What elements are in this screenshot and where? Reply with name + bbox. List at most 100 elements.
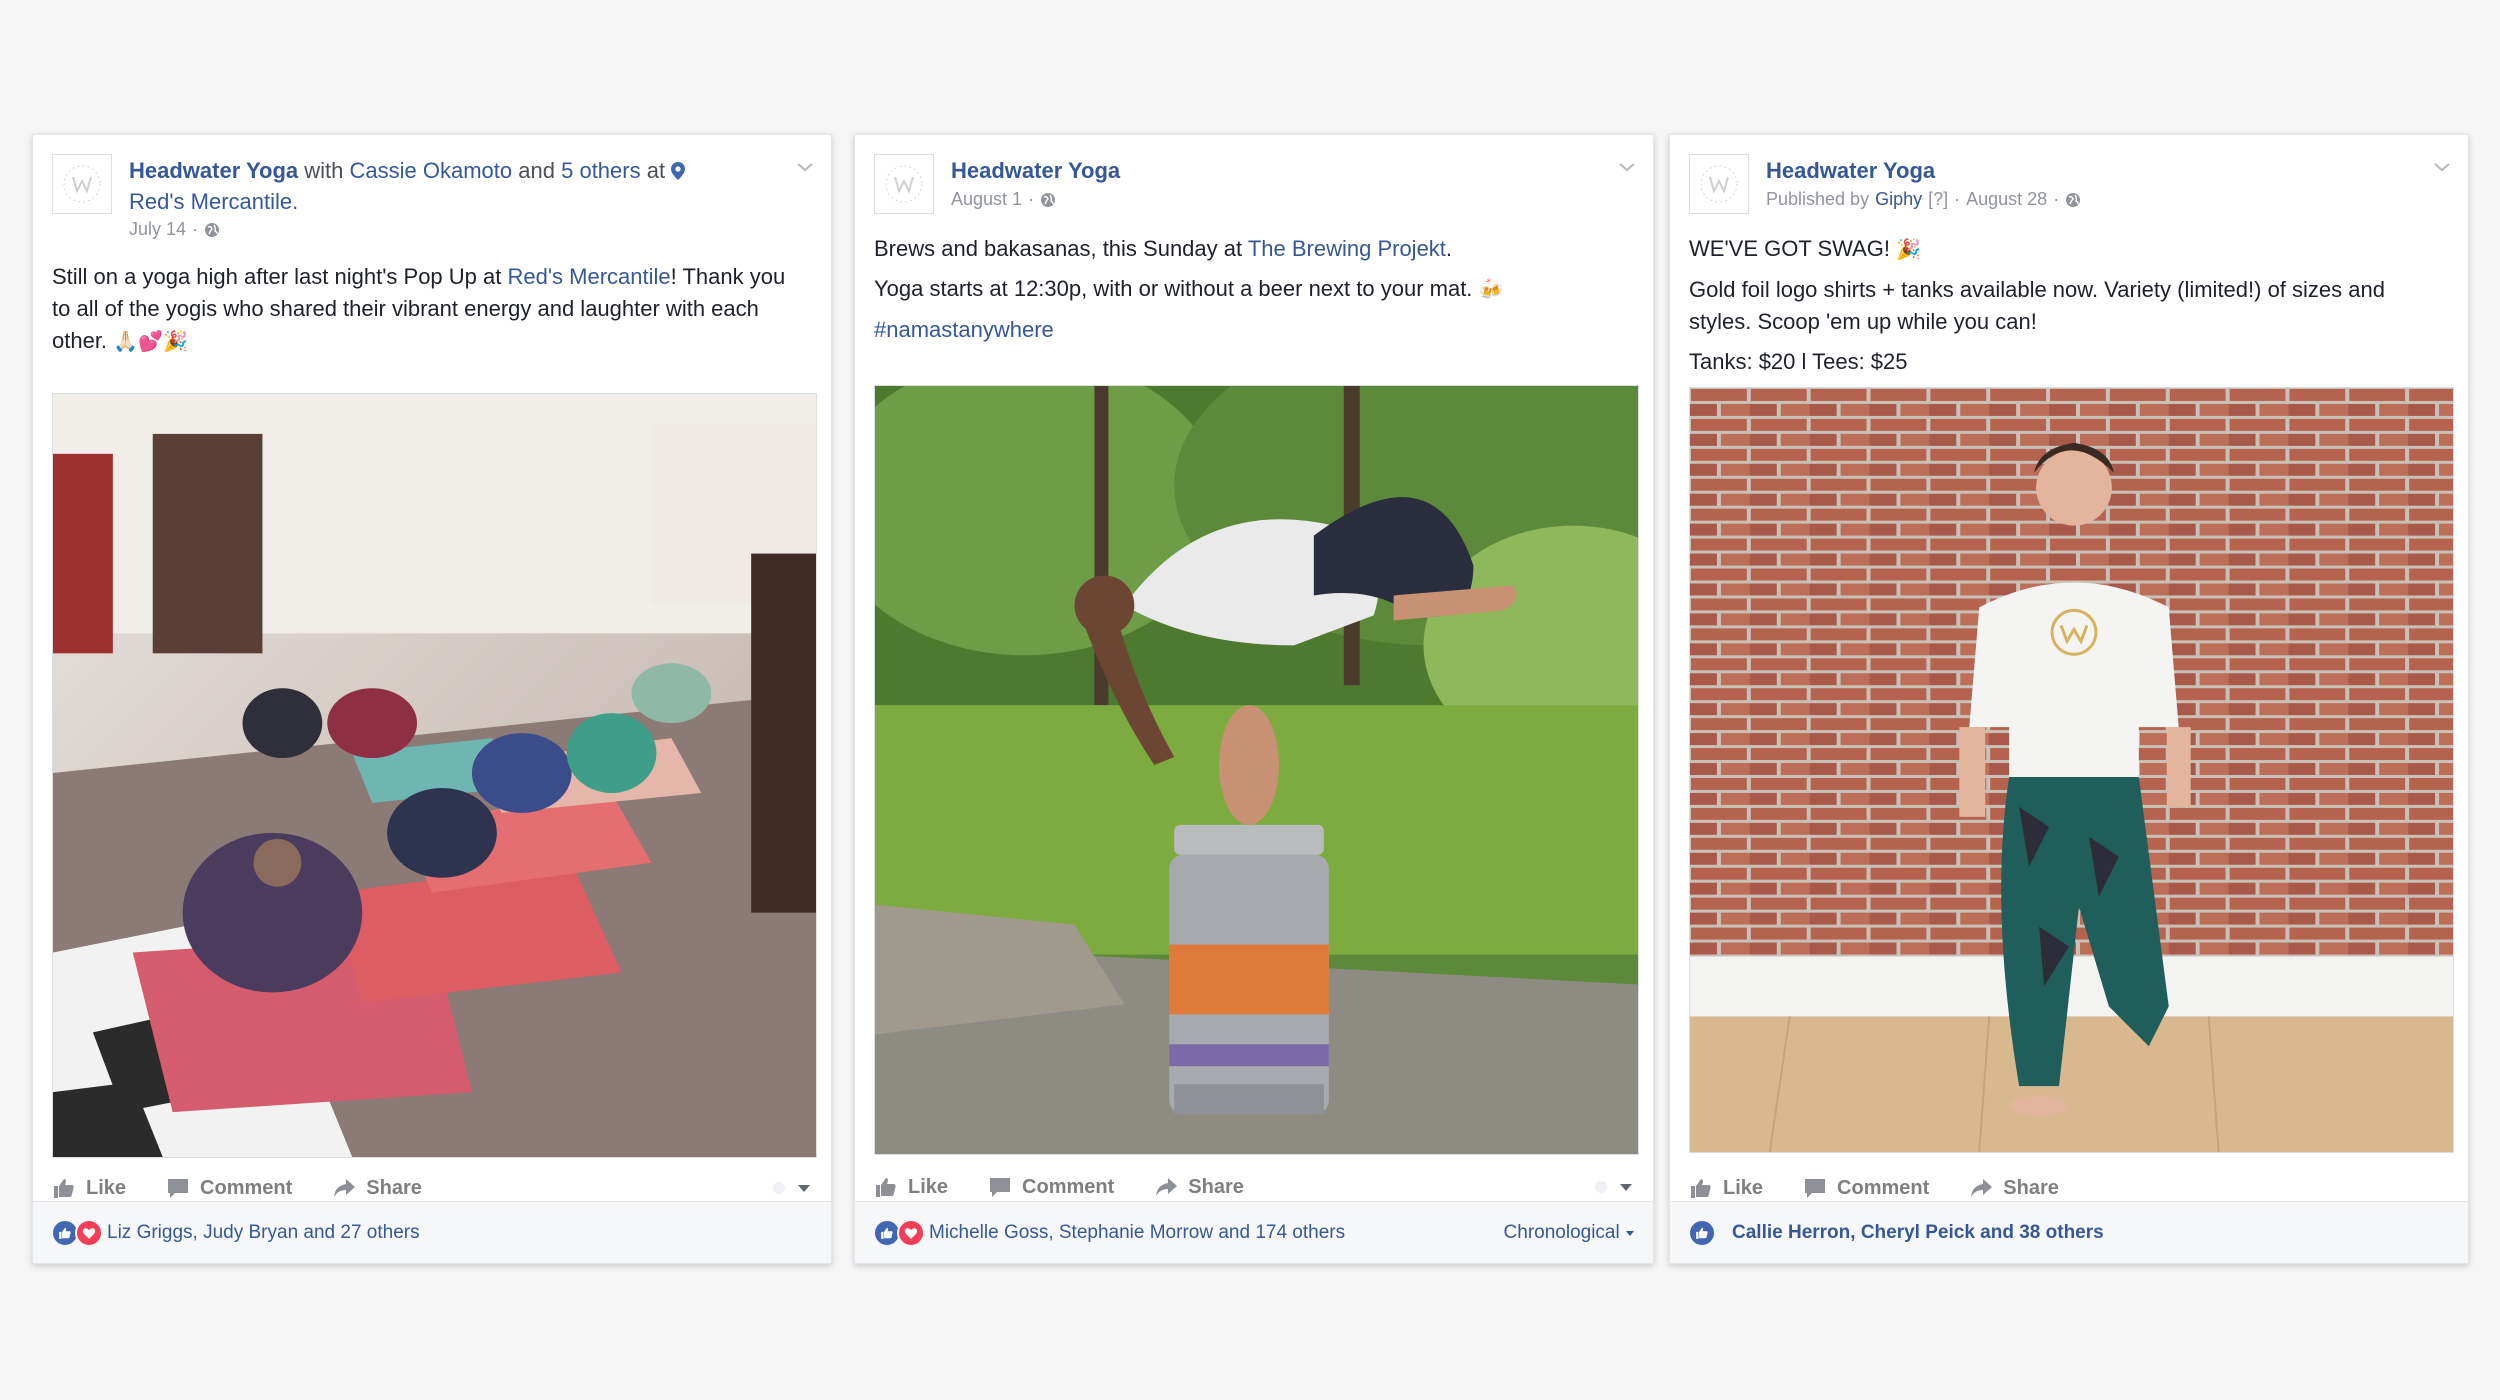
post-line-1: WE'VE GOT SWAG!: [1689, 236, 1890, 261]
post-line-1-end: .: [1445, 236, 1453, 261]
headwater-logo-icon: [885, 165, 923, 203]
post-line-2: Yoga starts at 12:30p, with or without a…: [874, 276, 1473, 301]
post-photo-swag-shirt[interactable]: [1689, 387, 2454, 1153]
meta-dot: ·: [2053, 189, 2060, 209]
reactors-link[interactable]: Liz Griggs, Judy Bryan and 27 others: [107, 1222, 420, 1244]
caret-down-icon: [1620, 1184, 1632, 1191]
share-icon: [334, 1179, 356, 1197]
page-name-link[interactable]: Headwater Yoga: [1766, 158, 1935, 183]
post-meta: August 1 ·: [951, 189, 1056, 210]
location-pin-icon: [671, 162, 686, 180]
like-label: Like: [1723, 1176, 1764, 1199]
post-text: Still on a yoga high after last night's …: [52, 261, 803, 366]
brewery-link[interactable]: The Brewing Projekt: [1248, 236, 1446, 261]
avatar-placeholder-icon: [773, 1182, 785, 1194]
others-link[interactable]: 5 others: [561, 158, 641, 183]
comment-icon: [168, 1179, 189, 1198]
post-line-3: Tanks: $20 l Tees: $25: [1689, 349, 1908, 374]
like-reaction-icon: [1688, 1218, 1716, 1247]
reactions-bar: Callie Herron, Cheryl Peick and 38 other…: [1670, 1201, 2468, 1263]
comment-button[interactable]: Comment: [166, 1177, 292, 1200]
share-button[interactable]: Share: [332, 1177, 422, 1200]
published-by-text: Published by: [1766, 189, 1870, 209]
audience-selector[interactable]: [1594, 1180, 1634, 1194]
hashtag-link[interactable]: #namastanywhere: [874, 317, 1054, 342]
chevron-down-icon[interactable]: [2430, 155, 2454, 179]
headwater-logo-icon: [63, 165, 101, 203]
post-photo-yoga-class[interactable]: [52, 393, 817, 1158]
comment-label: Comment: [1837, 1176, 1930, 1199]
post-text: WE'VE GOT SWAG! 🎉 Gold foil logo shirts …: [1689, 233, 2440, 386]
comment-icon: [990, 1178, 1011, 1197]
post-text-start: Still on a yoga high after last night's …: [52, 264, 508, 289]
reactors-link[interactable]: Michelle Goss, Stephanie Morrow and 174 …: [929, 1222, 1345, 1244]
page-avatar[interactable]: [874, 154, 934, 214]
post-meta: Published by Giphy [?] · August 28 ·: [1766, 189, 2081, 210]
like-label: Like: [908, 1175, 949, 1198]
tagged-person-link[interactable]: Cassie Okamoto: [350, 158, 513, 183]
share-label: Share: [366, 1176, 422, 1199]
at-text: at: [646, 158, 666, 183]
comment-sort-dropdown[interactable]: Chronological: [1504, 1222, 1635, 1244]
page-avatar[interactable]: [1689, 154, 1749, 214]
reaction-icons[interactable]: [1688, 1218, 1716, 1247]
audience-selector[interactable]: [772, 1181, 812, 1195]
chevron-down-icon[interactable]: [793, 155, 817, 179]
page-name-link[interactable]: Headwater Yoga: [951, 158, 1120, 183]
sort-label: Chronological: [1503, 1221, 1620, 1243]
post-card-1: Headwater Yoga with Cassie Okamoto and 5…: [32, 134, 832, 1264]
post-date[interactable]: August 1: [951, 189, 1022, 210]
publisher-help[interactable]: [?]: [1928, 189, 1948, 210]
globe-icon: [1041, 192, 1056, 207]
post-text: Brews and bakasanas, this Sunday at The …: [874, 233, 1625, 354]
globe-icon: [205, 222, 220, 237]
thumbs-up-icon: [1691, 1179, 1711, 1198]
like-button[interactable]: Like: [874, 1176, 948, 1199]
reactors-link[interactable]: Callie Herron, Cheryl Peick and 38 other…: [1732, 1222, 2104, 1244]
comment-icon: [1805, 1179, 1826, 1198]
page-avatar[interactable]: [52, 154, 112, 214]
post-photo-keg-pose[interactable]: [874, 385, 1639, 1155]
love-reaction-icon: [75, 1218, 103, 1247]
post-line-1-start: Brews and bakasanas, this Sunday at: [874, 236, 1248, 261]
post-date[interactable]: August 28: [1966, 189, 2047, 210]
page-name-link[interactable]: Headwater Yoga: [129, 158, 298, 183]
post-card-3: Headwater Yoga Published by Giphy [?] · …: [1669, 134, 2469, 1264]
reaction-icons[interactable]: [873, 1218, 925, 1247]
reaction-icons[interactable]: [51, 1218, 103, 1247]
thumbs-up-icon: [876, 1178, 896, 1197]
post-emoji: 🙏🏻💕🎉: [113, 331, 188, 353]
publisher-link[interactable]: Giphy: [1875, 189, 1922, 210]
comment-button[interactable]: Comment: [1803, 1177, 1929, 1200]
post-header: Headwater Yoga: [1766, 155, 2398, 186]
post-meta: July 14 ·: [129, 219, 220, 240]
share-icon: [1971, 1179, 1993, 1197]
caret-down-icon: [1626, 1230, 1634, 1236]
reactions-bar: Liz Griggs, Judy Bryan and 27 others: [33, 1201, 831, 1263]
share-icon: [1156, 1178, 1178, 1196]
love-reaction-icon: [897, 1218, 925, 1247]
comment-button[interactable]: Comment: [988, 1176, 1114, 1199]
location-link[interactable]: Red's Mercantile.: [129, 189, 298, 214]
beer-emoji: 🍻: [1478, 279, 1504, 301]
party-emoji: 🎉: [1896, 239, 1922, 261]
post-header: Headwater Yoga with Cassie Okamoto and 5…: [129, 155, 761, 217]
post-header: Headwater Yoga: [951, 155, 1583, 186]
like-button[interactable]: Like: [52, 1177, 126, 1200]
post-date[interactable]: July 14: [129, 219, 186, 240]
like-button[interactable]: Like: [1689, 1177, 1763, 1200]
like-label: Like: [86, 1176, 127, 1199]
and-text: and: [518, 158, 555, 183]
headwater-logo-icon: [1700, 165, 1738, 203]
post-card-2: Headwater Yoga August 1 · Brews and baka…: [854, 134, 1654, 1264]
avatar-placeholder-icon: [1595, 1181, 1607, 1193]
share-label: Share: [1188, 1175, 1244, 1198]
share-button[interactable]: Share: [1154, 1176, 1244, 1199]
chevron-down-icon[interactable]: [1615, 155, 1639, 179]
comment-label: Comment: [200, 1176, 293, 1199]
share-button[interactable]: Share: [1969, 1177, 2059, 1200]
mention-link[interactable]: Red's Mercantile: [507, 264, 670, 289]
reactions-bar: Michelle Goss, Stephanie Morrow and 174 …: [855, 1201, 1653, 1263]
caret-down-icon: [798, 1185, 810, 1192]
globe-icon: [2066, 192, 2081, 207]
